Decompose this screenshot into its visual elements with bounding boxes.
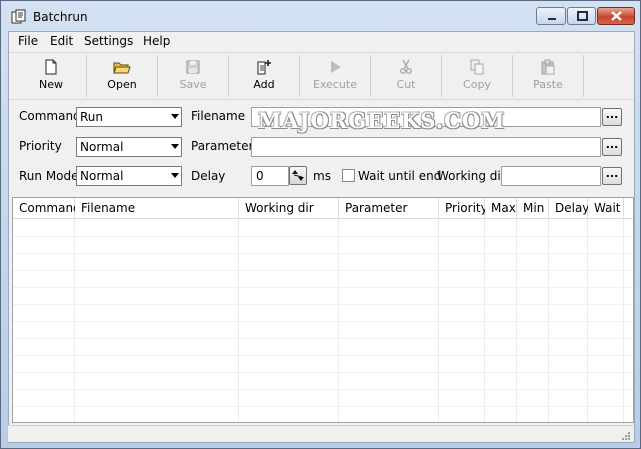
priority-label: Priority [19, 139, 62, 153]
execute-button[interactable]: Execute [300, 55, 371, 97]
save-button[interactable]: Save [158, 55, 229, 97]
menu-file[interactable]: File [18, 34, 38, 48]
add-button[interactable]: Add [229, 55, 300, 97]
column-header-filename[interactable]: Filename [75, 198, 239, 219]
row-divider [13, 406, 633, 407]
new-button-label: New [39, 78, 63, 91]
parameter-input[interactable] [251, 137, 601, 157]
row-divider [13, 253, 633, 254]
up-down-arrows-icon [292, 170, 304, 181]
app-icon [11, 9, 26, 24]
menu-edit[interactable]: Edit [50, 34, 73, 48]
open-button-label: Open [107, 78, 137, 91]
priority-select[interactable]: Normal [76, 137, 182, 157]
play-icon [331, 61, 341, 73]
window-title: Batchrun [33, 10, 88, 24]
column-header-delay[interactable]: Delay [549, 198, 589, 219]
filename-label: Filename [191, 109, 246, 123]
execute-button-label: Execute [313, 78, 357, 91]
working-dir-browse-button[interactable]: ... [602, 167, 622, 185]
priority-select-value: Normal [80, 140, 124, 154]
delay-label: Delay [191, 169, 226, 183]
paste-button[interactable]: Paste [513, 55, 584, 97]
column-header-min[interactable]: Min [517, 198, 549, 219]
maximize-icon [577, 11, 588, 21]
row-divider [13, 355, 633, 356]
column-header-priority[interactable]: Priority [439, 198, 488, 219]
cut-button-label: Cut [396, 78, 416, 91]
run-mode-label: Run Mode [19, 169, 79, 183]
row-divider [13, 236, 633, 237]
maximize-button[interactable] [567, 7, 596, 25]
add-button-label: Add [253, 78, 275, 91]
run-mode-select[interactable]: Normal [76, 166, 182, 186]
command-select-value: Run [80, 110, 104, 124]
delay-spinner[interactable] [289, 166, 307, 185]
save-button-label: Save [179, 78, 207, 91]
command-select[interactable]: Run [76, 107, 182, 127]
menu-settings[interactable]: Settings [84, 34, 133, 48]
open-button[interactable]: Open [87, 55, 158, 97]
chevron-down-icon [171, 173, 179, 178]
menu-help[interactable]: Help [143, 34, 170, 48]
wait-until-end-label: Wait until end [358, 169, 442, 183]
resize-grip-icon[interactable] [621, 431, 631, 441]
minimize-button[interactable] [536, 7, 566, 25]
minimize-icon [548, 18, 556, 20]
paste-button-label: Paste [533, 78, 563, 91]
column-header-wait[interactable]: Wait [588, 198, 624, 219]
new-document-icon [45, 59, 57, 75]
wait-until-end-checkbox[interactable] [342, 169, 355, 182]
command-list-table[interactable]: Command Filename Working dir Parameter P… [12, 197, 634, 423]
open-folder-icon [113, 62, 131, 74]
row-divider [13, 287, 633, 288]
column-header-max[interactable]: Max [485, 198, 517, 219]
column-header-parameter[interactable]: Parameter [339, 198, 439, 219]
command-label: Command [19, 109, 81, 123]
row-divider [13, 304, 633, 305]
status-bar [8, 425, 633, 442]
main-window: Batchrun File Edit Settings Help New Ope… [0, 0, 641, 449]
add-document-icon [257, 60, 271, 75]
close-icon [611, 11, 622, 21]
copy-icon [470, 59, 484, 75]
menu-bar: File Edit Settings Help [9, 32, 634, 51]
clipboard-icon [541, 59, 555, 75]
column-header-filler [624, 198, 633, 219]
floppy-disk-icon [186, 60, 200, 74]
row-divider [13, 338, 633, 339]
parameter-label: Parameter [191, 139, 254, 153]
close-button[interactable] [597, 7, 635, 25]
working-dir-input[interactable] [501, 166, 601, 186]
row-divider [13, 270, 633, 271]
delay-unit-label: ms [313, 169, 331, 183]
chevron-down-icon [171, 144, 179, 149]
cut-button[interactable]: Cut [371, 55, 442, 97]
new-button[interactable]: New [16, 55, 87, 97]
column-header-command[interactable]: Command [13, 198, 81, 219]
working-dir-label: Working dir [437, 169, 506, 183]
copy-button-label: Copy [463, 78, 491, 91]
filename-browse-button[interactable]: ... [602, 108, 622, 126]
delay-input[interactable]: 0 [251, 166, 289, 186]
toolbar: New Open Save Add Execute Cut Copy Paste [9, 52, 634, 100]
column-header-working-dir[interactable]: Working dir [239, 198, 339, 219]
run-mode-select-value: Normal [80, 169, 124, 183]
title-bar[interactable]: Batchrun [1, 1, 640, 31]
row-divider [13, 389, 633, 390]
row-divider [13, 372, 633, 373]
copy-button[interactable]: Copy [442, 55, 513, 97]
majorgeeks-watermark: MAJORGEEKS.COM [258, 108, 506, 133]
scissors-icon [400, 59, 412, 74]
row-divider [13, 321, 633, 322]
parameter-browse-button[interactable]: ... [602, 138, 622, 156]
chevron-down-icon [171, 114, 179, 119]
